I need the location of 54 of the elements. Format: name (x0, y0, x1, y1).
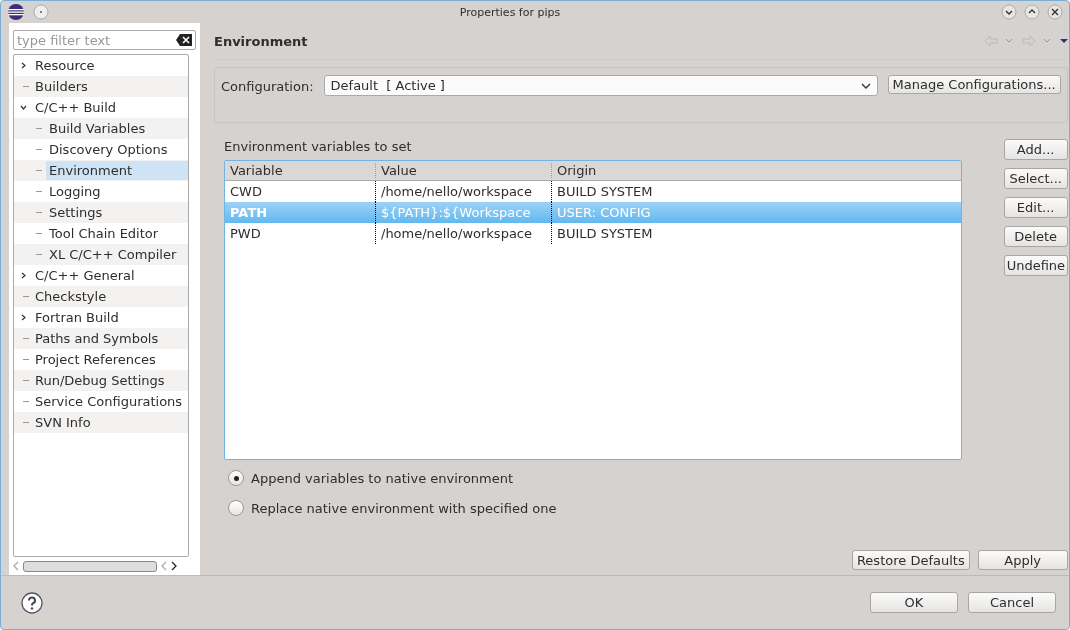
tree-item[interactable]: C/C++ General (32, 267, 138, 284)
tree-item[interactable]: Environment (46, 161, 188, 180)
radio-button[interactable] (228, 500, 244, 516)
tree-item[interactable]: Resource (32, 57, 98, 74)
clear-icon[interactable] (176, 34, 192, 46)
tree-item[interactable]: Logging (46, 183, 104, 200)
app-logo-icon (7, 3, 25, 21)
configuration-label: Configuration: (221, 79, 314, 94)
page-title: Environment (214, 33, 308, 49)
table-action-button[interactable]: Add... (1003, 139, 1068, 160)
radio-label: Replace native environment with specified one (251, 500, 557, 516)
expand-icon[interactable] (19, 272, 27, 279)
tree-item[interactable]: Discovery Options (46, 141, 171, 158)
window-title: Properties for pips (458, 5, 562, 19)
expand-icon[interactable] (19, 62, 27, 69)
radio-label: Append variables to native environment (251, 470, 514, 486)
close-icon[interactable] (1047, 4, 1063, 20)
radio-button[interactable] (228, 470, 244, 486)
table-cell: ${PATH}:${Workspace (375, 202, 551, 223)
tree-item[interactable]: C/C++ Build (32, 99, 120, 116)
expand-icon[interactable] (19, 314, 27, 321)
maximize-icon[interactable] (1024, 4, 1040, 20)
configuration-dropdown[interactable]: Default [ Active ] (323, 75, 878, 96)
table-action-button[interactable]: Delete (1003, 226, 1068, 247)
table-cell: USER: CONFIG (551, 202, 961, 223)
table-action-button[interactable]: Select... (1003, 168, 1068, 189)
table-cell-text: CWD (229, 184, 263, 199)
column-header[interactable]: Value (375, 163, 551, 178)
minimize-icon[interactable] (1001, 4, 1017, 20)
table-cell-text: PATH (229, 205, 269, 220)
column-header[interactable]: Origin (551, 163, 961, 178)
dialog-button[interactable]: Cancel (968, 592, 1056, 613)
filter-field[interactable]: type filter text (13, 30, 196, 50)
tree-item[interactable]: Fortran Build (32, 309, 122, 326)
manage-configurations-button[interactable]: Manage Configurations... (887, 75, 1061, 94)
table-caption: Environment variables to set (224, 139, 413, 154)
tree-item[interactable]: Tool Chain Editor (46, 225, 162, 242)
table-cell: BUILD SYSTEM (551, 223, 961, 244)
tree-item[interactable]: Service Configurations (32, 393, 186, 410)
table-action-button[interactable]: Undefine (1003, 255, 1068, 276)
table-cell: /home/nello/workspace (375, 223, 551, 244)
collapse-icon[interactable] (19, 104, 27, 111)
help-icon[interactable] (21, 591, 43, 614)
scrollbar-thumb[interactable] (23, 560, 157, 572)
table-cell-text: PWD (229, 226, 262, 241)
caret-icon (860, 82, 871, 89)
table-action-button[interactable]: Edit... (1003, 197, 1068, 218)
table-row[interactable]: PWD /home/nello/workspace BUILD SYSTEM (225, 223, 961, 244)
column-header[interactable]: Variable (225, 163, 375, 178)
scroll-right-icon[interactable] (171, 561, 177, 571)
tree-item[interactable]: Project References (32, 351, 159, 368)
page-button[interactable]: Apply (977, 550, 1068, 570)
page-button[interactable]: Restore Defaults (851, 550, 970, 570)
dialog-button[interactable]: OK (870, 592, 958, 613)
